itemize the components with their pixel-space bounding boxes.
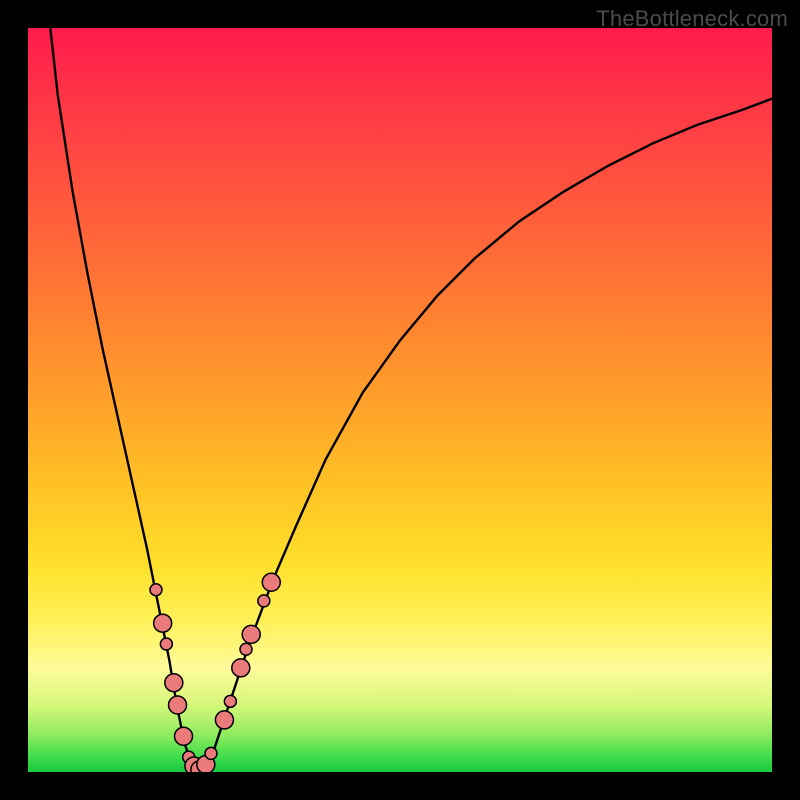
bottleneck-curve bbox=[28, 28, 772, 772]
data-marker bbox=[262, 573, 280, 591]
plot-area bbox=[28, 28, 772, 772]
data-marker bbox=[240, 643, 252, 655]
data-marker bbox=[150, 584, 162, 596]
data-marker bbox=[215, 711, 233, 729]
data-marker bbox=[185, 757, 203, 772]
data-marker bbox=[224, 695, 236, 707]
data-marker bbox=[191, 761, 209, 772]
data-marker bbox=[154, 614, 172, 632]
data-marker bbox=[160, 638, 172, 650]
data-marker bbox=[165, 674, 183, 692]
data-marker bbox=[169, 696, 187, 714]
data-marker bbox=[205, 747, 217, 759]
data-marker bbox=[183, 751, 195, 763]
data-marker bbox=[242, 625, 260, 643]
data-marker bbox=[175, 727, 193, 745]
chart-frame: TheBottleneck.com bbox=[0, 0, 800, 800]
data-marker bbox=[232, 659, 250, 677]
data-marker bbox=[258, 595, 270, 607]
data-marker bbox=[197, 756, 215, 772]
